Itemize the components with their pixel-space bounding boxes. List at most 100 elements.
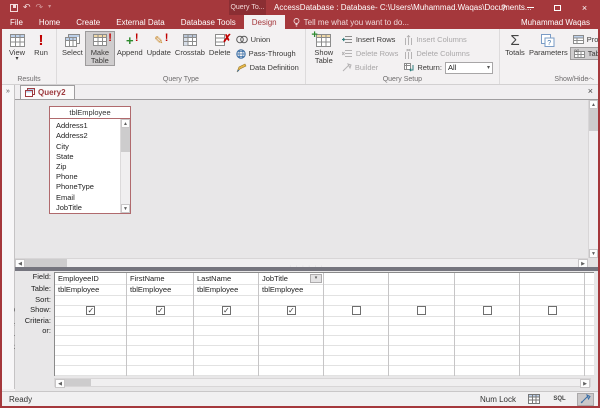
empty-cell[interactable] bbox=[127, 366, 193, 376]
totals-button[interactable]: Σ Totals bbox=[503, 31, 527, 58]
navigation-pane-collapsed[interactable]: » Navigation Pane bbox=[2, 85, 15, 389]
insert-columns-button[interactable]: Insert Columns bbox=[401, 33, 496, 46]
empty-cell[interactable] bbox=[455, 346, 519, 356]
sort-cell[interactable] bbox=[520, 296, 584, 306]
empty-cell[interactable] bbox=[520, 356, 584, 366]
show-checkbox[interactable] bbox=[417, 306, 426, 315]
view-button[interactable]: View ▾ bbox=[5, 31, 29, 63]
empty-cell[interactable] bbox=[455, 356, 519, 366]
select-button[interactable]: Select bbox=[60, 31, 85, 58]
show-cell[interactable] bbox=[324, 306, 388, 317]
criteria-cell[interactable] bbox=[520, 317, 584, 327]
tab-create[interactable]: Create bbox=[68, 15, 108, 29]
field-cell[interactable]: EmployeeID bbox=[55, 273, 126, 285]
show-checkbox[interactable] bbox=[156, 306, 165, 315]
design-view-icon[interactable] bbox=[577, 393, 594, 406]
data-definition-button[interactable]: Data Definition bbox=[233, 61, 302, 74]
empty-cell[interactable] bbox=[585, 296, 594, 306]
undo-icon[interactable]: ↶ bbox=[23, 3, 31, 12]
empty-cell[interactable] bbox=[259, 356, 323, 366]
empty-cell[interactable] bbox=[520, 336, 584, 346]
query-document-tab[interactable]: Query2 bbox=[20, 85, 75, 99]
empty-cell[interactable] bbox=[127, 356, 193, 366]
scrollbar-thumb[interactable] bbox=[65, 379, 91, 386]
empty-cell[interactable] bbox=[55, 336, 126, 346]
field-dropdown-icon[interactable]: ▾ bbox=[310, 274, 322, 283]
tell-me-box[interactable]: Tell me what you want to do... bbox=[285, 15, 417, 29]
show-cell[interactable] bbox=[259, 306, 323, 317]
empty-cell[interactable] bbox=[585, 346, 594, 356]
show-checkbox[interactable] bbox=[352, 306, 361, 315]
field-cell[interactable] bbox=[324, 273, 388, 285]
delete-columns-button[interactable]: Delete Columns bbox=[401, 47, 496, 60]
tab-close-icon[interactable]: × bbox=[588, 86, 593, 96]
delete-button[interactable]: ✗ Delete bbox=[207, 31, 233, 58]
criteria-cell[interactable] bbox=[455, 317, 519, 327]
parameters-button[interactable]: ? Parameters bbox=[527, 31, 570, 58]
or-cell[interactable] bbox=[55, 326, 126, 336]
scroll-up-icon[interactable]: ▲ bbox=[589, 100, 598, 109]
show-cell[interactable] bbox=[55, 306, 126, 317]
table-cell[interactable] bbox=[520, 285, 584, 296]
criteria-cell[interactable] bbox=[127, 317, 193, 327]
criteria-cell[interactable] bbox=[55, 317, 126, 327]
sort-cell[interactable] bbox=[259, 296, 323, 306]
tab-home[interactable]: Home bbox=[31, 15, 68, 29]
table-cell[interactable]: tblEmployee bbox=[127, 285, 193, 296]
show-cell[interactable] bbox=[455, 306, 519, 317]
empty-cell[interactable] bbox=[585, 306, 594, 317]
field-item[interactable]: Zip bbox=[56, 162, 120, 172]
empty-cell[interactable] bbox=[127, 346, 193, 356]
field-cell[interactable] bbox=[455, 273, 519, 285]
criteria-cell[interactable] bbox=[259, 317, 323, 327]
empty-cell[interactable] bbox=[194, 356, 258, 366]
empty-cell[interactable] bbox=[194, 336, 258, 346]
show-checkbox[interactable] bbox=[86, 306, 95, 315]
scroll-up-icon[interactable]: ▲ bbox=[121, 119, 130, 128]
empty-cell[interactable] bbox=[324, 346, 388, 356]
scroll-left-icon[interactable]: ◀ bbox=[55, 379, 65, 388]
show-cell[interactable] bbox=[389, 306, 454, 317]
scroll-right-icon[interactable]: ▶ bbox=[580, 379, 590, 388]
empty-cell[interactable] bbox=[585, 285, 594, 296]
field-cell-selected[interactable]: JobTitle ▾ bbox=[259, 273, 323, 285]
builder-button[interactable]: Builder bbox=[339, 61, 402, 74]
empty-cell[interactable] bbox=[259, 346, 323, 356]
minimize-icon[interactable] bbox=[517, 0, 544, 15]
show-checkbox[interactable] bbox=[548, 306, 557, 315]
criteria-cell[interactable] bbox=[389, 317, 454, 327]
empty-cell[interactable] bbox=[585, 317, 594, 327]
insert-rows-button[interactable]: Insert Rows bbox=[339, 33, 402, 46]
field-cell[interactable] bbox=[389, 273, 454, 285]
criteria-cell[interactable] bbox=[324, 317, 388, 327]
field-list-scrollbar[interactable]: ▲ ▼ bbox=[120, 119, 130, 213]
empty-cell[interactable] bbox=[389, 366, 454, 376]
sort-cell[interactable] bbox=[389, 296, 454, 306]
table-cell[interactable] bbox=[455, 285, 519, 296]
field-item[interactable]: Address1 bbox=[56, 121, 120, 131]
empty-cell[interactable] bbox=[585, 366, 594, 376]
field-list-title[interactable]: tblEmployee bbox=[50, 107, 130, 119]
datasheet-view-icon[interactable] bbox=[525, 393, 542, 406]
scrollbar-thumb[interactable] bbox=[25, 259, 67, 267]
redo-icon[interactable]: ↷ bbox=[36, 3, 44, 12]
scroll-down-icon[interactable]: ▼ bbox=[121, 204, 130, 213]
field-item[interactable]: City bbox=[56, 142, 120, 152]
empty-cell[interactable] bbox=[127, 336, 193, 346]
scrollbar-thumb[interactable] bbox=[121, 128, 130, 152]
pass-through-button[interactable]: Pass-Through bbox=[233, 47, 302, 60]
table-cell[interactable]: tblEmployee bbox=[55, 285, 126, 296]
customize-qat-icon[interactable]: ▾ bbox=[48, 3, 51, 12]
empty-cell[interactable] bbox=[55, 356, 126, 366]
or-cell[interactable] bbox=[520, 326, 584, 336]
show-cell[interactable] bbox=[127, 306, 193, 317]
empty-cell[interactable] bbox=[389, 356, 454, 366]
or-cell[interactable] bbox=[259, 326, 323, 336]
sort-cell[interactable] bbox=[455, 296, 519, 306]
criteria-cell[interactable] bbox=[194, 317, 258, 327]
field-cell[interactable]: FirstName bbox=[127, 273, 193, 285]
sql-view-icon[interactable]: SQL bbox=[551, 393, 568, 406]
run-button[interactable]: ! Run bbox=[29, 31, 53, 58]
field-item[interactable]: State bbox=[56, 152, 120, 162]
update-button[interactable]: ✎ ! Update bbox=[145, 31, 173, 58]
